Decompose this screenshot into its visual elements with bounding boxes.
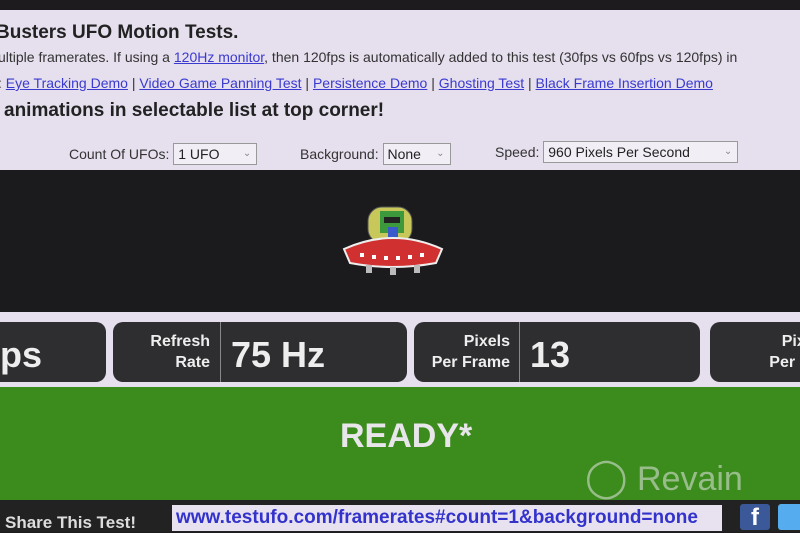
watermark-text: Revain [636, 460, 743, 498]
share-url-field[interactable] [172, 505, 722, 531]
desc-text: , then 120fps is automatically added to … [264, 49, 738, 65]
sep: | [427, 75, 439, 91]
sep: | [524, 75, 536, 91]
persistence-link[interactable]: Persistence Demo [313, 75, 427, 91]
sep: | [301, 75, 313, 91]
label-line: Rate [175, 354, 210, 371]
page-title: Busters UFO Motion Tests. [0, 22, 239, 43]
chevron-down-icon: ⌄ [723, 146, 733, 157]
background-control: Background: None ⌄ [300, 143, 451, 165]
eye-tracking-link[interactable]: Eye Tracking Demo [6, 75, 128, 91]
description: ultiple framerates. If using a 120Hz mon… [0, 49, 737, 65]
divider [519, 322, 520, 382]
speed-control: Speed: 960 Pixels Per Second ⌄ [495, 141, 739, 163]
stats-row: ps Refresh Rate 75 Hz Pixels Per Frame 13 … [0, 312, 800, 387]
refresh-value: 75 Hz [231, 334, 326, 375]
count-control: Count Of UFOs: 1 UFO ⌄ [69, 143, 258, 165]
pixels-per-frame-box: Pixels Per Frame 13 [414, 322, 700, 382]
revain-logo-icon: ◯ [585, 457, 628, 499]
revain-watermark: ◯ Revain [585, 455, 743, 500]
share-bar: Share This Test! f [0, 500, 800, 532]
fps-box: ps [0, 322, 106, 382]
demo-links: : Eye Tracking Demo | Video Game Panning… [0, 75, 713, 91]
background-select[interactable]: None ⌄ [382, 143, 451, 165]
label-line: Pixels [781, 333, 800, 350]
ppf-value: 13 [530, 334, 571, 375]
sep: | [127, 75, 140, 91]
count-label: Count Of UFOs: [69, 146, 170, 162]
ghosting-link[interactable]: Ghosting Test [439, 75, 524, 91]
desc-text: ultiple framerates. If using a [0, 49, 174, 65]
count-select[interactable]: 1 UFO ⌄ [173, 143, 258, 165]
facebook-icon[interactable]: f [740, 504, 770, 531]
background-label: Background: [300, 146, 379, 162]
bfi-link[interactable]: Black Frame Insertion Demo [536, 75, 713, 91]
background-value: None [387, 146, 421, 162]
label-line: Per Frame [431, 354, 510, 371]
speed-value: 960 Pixels Per Second [548, 144, 690, 160]
video-game-panning-link[interactable]: Video Game Panning Test [139, 75, 301, 91]
count-value: 1 UFO [178, 146, 220, 162]
status-text: READY* [340, 417, 473, 455]
fps-value: ps [0, 334, 43, 375]
label-line: Refresh [150, 333, 210, 350]
share-label: Share This Test! [5, 513, 136, 532]
twitter-icon[interactable] [778, 504, 800, 530]
notice: animations in selectable list at top cor… [4, 100, 385, 121]
pps-label: Pixels Per Sec [738, 331, 800, 373]
chevron-down-icon: ⌄ [436, 148, 445, 159]
refresh-label: Refresh Rate [150, 331, 210, 373]
120hz-monitor-link[interactable]: 120Hz monitor [174, 49, 264, 65]
speed-select[interactable]: 960 Pixels Per Second ⌄ [543, 141, 739, 163]
chevron-down-icon: ⌄ [242, 148, 252, 159]
speed-label: Speed: [495, 144, 540, 160]
label-line: Per Sec [769, 354, 800, 371]
refresh-rate-box: Refresh Rate 75 Hz [113, 322, 407, 382]
ufo-icon [342, 206, 444, 275]
label-line: Pixels [463, 333, 510, 350]
ppf-label: Pixels Per Frame [432, 331, 510, 373]
divider [220, 322, 221, 382]
pixels-per-second-box: Pixels Per Sec [710, 322, 800, 382]
